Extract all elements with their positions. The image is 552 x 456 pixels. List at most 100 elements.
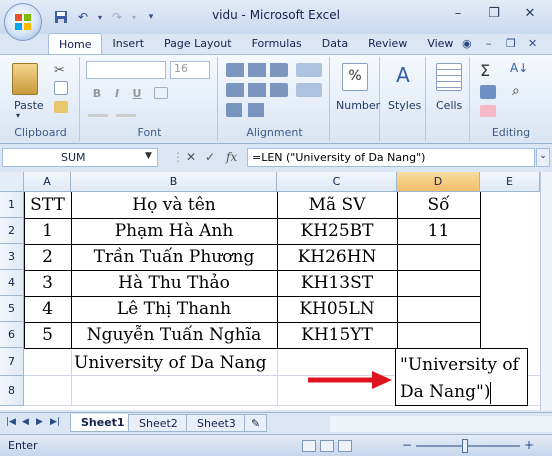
column-header-d[interactable]: D <box>397 172 480 192</box>
column-header-c[interactable]: C <box>277 172 397 192</box>
tab-review[interactable]: Review <box>358 33 417 55</box>
help-icon[interactable]: ◉ <box>462 37 472 50</box>
select-all-corner[interactable] <box>0 172 24 192</box>
table-cell[interactable]: 5 <box>24 322 71 348</box>
table-cell[interactable]: Lê Thị Thanh <box>71 296 277 322</box>
insert-sheet-icon[interactable]: ✎ <box>244 414 268 432</box>
table-cell[interactable]: Trần Tuấn Phương <box>71 244 277 270</box>
table-cell[interactable]: 1 <box>24 218 71 244</box>
cut-icon[interactable]: ✂ <box>54 63 68 78</box>
normal-view-icon[interactable] <box>302 440 316 452</box>
row-header-1[interactable]: 1 <box>0 192 24 218</box>
table-cell[interactable]: Hà Thu Thảo <box>71 270 277 296</box>
percent-icon[interactable]: % <box>342 63 368 91</box>
autosum-icon[interactable]: Σ <box>480 61 490 80</box>
horizontal-align-icon[interactable] <box>226 83 288 97</box>
page-break-view-icon[interactable] <box>338 440 352 452</box>
formula-bar-resize-icon[interactable]: ⋮ <box>172 150 184 164</box>
table-cell[interactable]: KH05LN <box>277 296 397 322</box>
first-sheet-icon[interactable]: |◀ <box>6 417 16 427</box>
ribbon-minimize-icon[interactable]: – <box>486 37 492 50</box>
insert-function-icon[interactable]: fx <box>226 150 237 164</box>
vertical-scrollbar[interactable] <box>540 172 552 410</box>
table-cell[interactable]: 4 <box>24 296 71 322</box>
table-cell[interactable]: KH26HN <box>277 244 397 270</box>
prev-sheet-icon[interactable]: ◀ <box>22 417 29 427</box>
row-header-3[interactable]: 3 <box>0 244 24 270</box>
clear-icon[interactable] <box>480 105 496 117</box>
table-cell[interactable]: KH15YT <box>277 322 397 348</box>
row-header-6[interactable]: 6 <box>0 322 24 348</box>
font-size-box[interactable]: 16 <box>170 61 210 79</box>
formula-expand-icon[interactable]: ⌄ <box>536 148 550 167</box>
restore-button[interactable]: ❐ <box>476 2 512 24</box>
spreadsheet-grid[interactable]: A B C D E 1 2 3 4 5 6 7 8 STT Họ và tên … <box>0 172 552 410</box>
wrap-text-icon[interactable] <box>296 63 322 77</box>
zoom-in-button[interactable]: + <box>524 438 534 452</box>
table-cell[interactable]: 11 <box>397 218 480 244</box>
row-header-7[interactable]: 7 <box>0 348 24 376</box>
enter-icon[interactable]: ✓ <box>205 150 215 164</box>
copy-icon[interactable] <box>54 81 68 95</box>
sheet-tab-sheet1[interactable]: Sheet1 <box>70 414 136 432</box>
cells-icon[interactable] <box>436 63 462 91</box>
ribbon-restore-icon[interactable]: ❐ <box>506 37 516 50</box>
table-cell[interactable]: 2 <box>24 244 71 270</box>
indent-icon[interactable] <box>226 103 266 117</box>
cell-a1[interactable]: STT <box>24 192 71 218</box>
font-color-icon[interactable] <box>116 105 136 117</box>
vertical-align-icon[interactable] <box>226 63 288 77</box>
underline-button[interactable]: U <box>128 85 146 101</box>
name-box-dropdown-icon[interactable]: ▼ <box>145 151 152 161</box>
column-header-b[interactable]: B <box>71 172 277 192</box>
number-label[interactable]: Number <box>336 99 380 112</box>
page-layout-view-icon[interactable] <box>320 440 334 452</box>
ribbon-close-icon[interactable]: ✕ <box>528 37 537 50</box>
row-header-5[interactable]: 5 <box>0 296 24 322</box>
merge-center-icon[interactable] <box>296 83 322 97</box>
close-button[interactable]: ✕ <box>512 2 548 24</box>
tab-formulas[interactable]: Formulas <box>242 33 312 55</box>
name-box[interactable]: SUM <box>2 148 158 167</box>
styles-icon[interactable]: A <box>390 63 416 91</box>
cells-label[interactable]: Cells <box>436 99 462 112</box>
minimize-button[interactable]: – <box>440 2 476 24</box>
tab-insert[interactable]: Insert <box>102 33 154 55</box>
row-header-4[interactable]: 4 <box>0 270 24 296</box>
bold-button[interactable]: B <box>88 85 106 101</box>
paste-icon[interactable] <box>12 63 38 95</box>
tab-data[interactable]: Data <box>312 33 358 55</box>
table-cell[interactable]: 3 <box>24 270 71 296</box>
table-cell[interactable]: Nguyễn Tuấn Nghĩa <box>71 322 277 348</box>
cell-c1[interactable]: Mã SV <box>277 192 397 218</box>
table-cell[interactable]: KH25BT <box>277 218 397 244</box>
row-header-2[interactable]: 2 <box>0 218 24 244</box>
formula-input[interactable]: =LEN ("University of Da Nang") <box>247 148 535 167</box>
next-sheet-icon[interactable]: ▶ <box>36 417 43 427</box>
sort-filter-icon[interactable]: A↓ <box>510 61 534 77</box>
cell-d1[interactable]: Số <box>397 192 480 218</box>
paste-dropdown-icon[interactable]: ▾ <box>16 111 20 120</box>
cell-b1[interactable]: Họ và tên <box>71 192 277 218</box>
fill-color-icon[interactable] <box>88 105 108 117</box>
last-sheet-icon[interactable]: ▶| <box>50 417 60 427</box>
table-cell[interactable]: Phạm Hà Anh <box>71 218 277 244</box>
horizontal-scrollbar[interactable] <box>330 416 552 432</box>
row-header-8[interactable]: 8 <box>0 376 24 406</box>
fill-icon[interactable] <box>480 85 496 99</box>
borders-icon[interactable] <box>154 87 168 99</box>
sheet-tab-sheet3[interactable]: Sheet3 <box>186 414 247 432</box>
tab-home[interactable]: Home <box>48 33 103 55</box>
find-select-icon[interactable]: ⌕ <box>512 83 530 101</box>
zoom-slider-track[interactable] <box>416 445 520 447</box>
table-cell[interactable]: KH13ST <box>277 270 397 296</box>
sheet-tab-sheet2[interactable]: Sheet2 <box>128 414 189 432</box>
zoom-slider-thumb[interactable] <box>462 439 468 453</box>
styles-label[interactable]: Styles <box>388 99 421 112</box>
cell-b7[interactable]: University of Da Nang <box>74 350 266 376</box>
zoom-out-button[interactable]: − <box>402 438 412 452</box>
column-header-e[interactable]: E <box>480 172 540 192</box>
cancel-icon[interactable]: ✕ <box>186 150 196 164</box>
tab-view[interactable]: View <box>417 33 463 55</box>
font-name-box[interactable] <box>86 61 166 79</box>
